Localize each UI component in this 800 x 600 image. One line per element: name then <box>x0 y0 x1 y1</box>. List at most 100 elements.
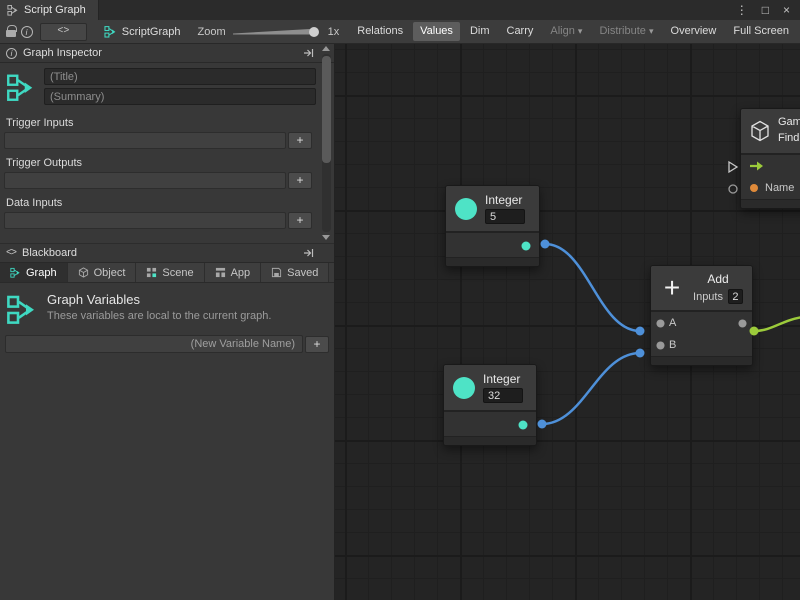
trigger-inputs-list <box>4 132 286 149</box>
node-header: GameObject Find <box>741 109 800 153</box>
section-label-data-inputs: Data Inputs <box>0 189 318 212</box>
relations-button[interactable]: Relations <box>350 22 410 41</box>
zoom-slider-track <box>233 29 310 35</box>
overview-button[interactable]: Overview <box>664 22 724 41</box>
flow-input-port[interactable] <box>729 162 737 172</box>
tab-graph[interactable]: Graph <box>0 263 68 282</box>
flow-port-row <box>741 155 800 177</box>
name-port-row: Name <box>741 177 800 199</box>
tab-label: Object <box>94 267 126 279</box>
zoom-value: 1x <box>328 26 340 38</box>
output-port[interactable] <box>518 420 528 430</box>
section-label-trigger-inputs: Trigger Inputs <box>0 109 318 132</box>
distribute-dropdown[interactable]: Distribute ▾ <box>592 22 660 41</box>
edit-source-button[interactable]: <> <box>40 23 87 41</box>
close-icon[interactable]: × <box>783 3 790 17</box>
lock-icon[interactable] <box>4 22 17 42</box>
name-input-port[interactable] <box>749 183 759 193</box>
blackboard-icon: <> <box>6 248 16 259</box>
node-footer <box>446 257 539 266</box>
add-data-input-button[interactable]: + <box>288 212 312 229</box>
inspector-scrollbar[interactable] <box>319 46 333 240</box>
wire-add-output[interactable] <box>754 317 800 331</box>
pane-title: Graph Inspector <box>23 47 102 59</box>
distribute-label: Distribute <box>599 25 645 37</box>
graph-inspector-body: Trigger Inputs + Trigger Outputs + Data … <box>0 63 318 243</box>
zoom-slider[interactable] <box>231 25 323 39</box>
gameobject-cube-icon <box>749 120 771 142</box>
add-trigger-input-button[interactable]: + <box>288 132 312 149</box>
tab-saved[interactable]: Saved <box>261 263 329 282</box>
cube-icon <box>78 267 89 278</box>
scroll-up-icon[interactable] <box>322 46 330 51</box>
scrollbar-track[interactable] <box>322 54 331 232</box>
maximize-icon[interactable]: □ <box>762 3 769 17</box>
info-glyph: i <box>21 26 33 38</box>
node-title-line1: GameObject <box>778 116 800 130</box>
flow-arrow-icon[interactable] <box>749 161 764 171</box>
integer-value-field[interactable]: 5 <box>485 209 525 224</box>
inputs-count-field[interactable]: 2 <box>728 289 743 304</box>
port-label: B <box>669 339 676 351</box>
tab-scene[interactable]: Scene <box>136 263 204 282</box>
dock-icon[interactable] <box>303 48 314 58</box>
dim-button[interactable]: Dim <box>463 22 497 41</box>
values-button[interactable]: Values <box>413 22 460 41</box>
node-title-line2: Find <box>778 132 800 146</box>
tab-script-graph[interactable]: Script Graph <box>0 0 99 20</box>
add-variable-button[interactable]: + <box>305 336 329 353</box>
add-trigger-output-button[interactable]: + <box>288 172 312 189</box>
node-title: Integer <box>485 193 525 207</box>
chevron-down-icon: ▾ <box>649 26 654 36</box>
output-port[interactable] <box>521 241 531 251</box>
wire-endpoint <box>636 349 645 358</box>
node-title: Integer <box>483 372 523 386</box>
graph-canvas[interactable]: Integer 5 Integer 32 <box>335 44 800 600</box>
graph-variables-block: Graph Variables These variables are loca… <box>0 283 334 332</box>
output-port[interactable] <box>738 319 747 328</box>
add-node[interactable]: + Add Inputs 2 A B <box>650 265 753 366</box>
node-body <box>446 231 539 257</box>
node-body: A B <box>651 310 752 356</box>
graph-variables-title: Graph Variables <box>47 292 271 307</box>
saved-icon <box>271 267 282 278</box>
graph-summary-input[interactable] <box>44 88 316 105</box>
node-body <box>444 410 536 436</box>
dock-icon[interactable] <box>303 248 314 258</box>
graph-breadcrumb[interactable]: ScriptGraph <box>94 25 189 38</box>
zoom-slider-handle[interactable] <box>309 27 319 37</box>
info-icon[interactable]: i <box>20 22 33 42</box>
wire-integer32-to-add-b[interactable] <box>542 353 640 424</box>
tab-label: Graph <box>26 267 57 279</box>
new-variable-row: + <box>5 335 329 353</box>
wire-endpoint <box>636 327 645 336</box>
graph-tab-icon <box>10 267 21 278</box>
input-port-a[interactable] <box>656 319 665 328</box>
graph-toolbar: i <> ScriptGraph Zoom 1x Relations Value… <box>0 20 800 44</box>
scrollbar-thumb[interactable] <box>322 56 331 163</box>
carry-button[interactable]: Carry <box>500 22 541 41</box>
window-menu-icon[interactable]: ⋮ <box>736 3 748 17</box>
align-dropdown[interactable]: Align ▾ <box>543 22 589 41</box>
node-header: Integer 32 <box>444 365 536 410</box>
integer-node-32[interactable]: Integer 32 <box>443 364 537 446</box>
gameobject-find-node[interactable]: GameObject Find Name <box>740 108 800 209</box>
integer-node-5[interactable]: Integer 5 <box>445 185 540 267</box>
integer-value-field[interactable]: 32 <box>483 388 523 403</box>
integer-icon <box>452 376 476 400</box>
tab-app[interactable]: App <box>205 263 262 282</box>
blackboard-header: <> Blackboard <box>0 244 334 263</box>
new-variable-input[interactable] <box>5 335 303 353</box>
wire-integer5-to-add-a[interactable] <box>545 244 640 331</box>
fullscreen-button[interactable]: Full Screen <box>726 22 796 41</box>
graph-title-input[interactable] <box>44 68 316 85</box>
scroll-down-icon[interactable] <box>322 235 330 240</box>
unconnected-input-port[interactable] <box>729 185 737 193</box>
tab-object[interactable]: Object <box>68 263 137 282</box>
port-row-a: A <box>651 312 752 334</box>
input-port-b[interactable] <box>656 341 665 350</box>
tab-label: App <box>231 267 251 279</box>
graph-inspector-header: i Graph Inspector <box>0 44 334 63</box>
node-title: Add <box>707 272 728 286</box>
window-titlebar: Script Graph ⋮ □ × <box>0 0 800 20</box>
